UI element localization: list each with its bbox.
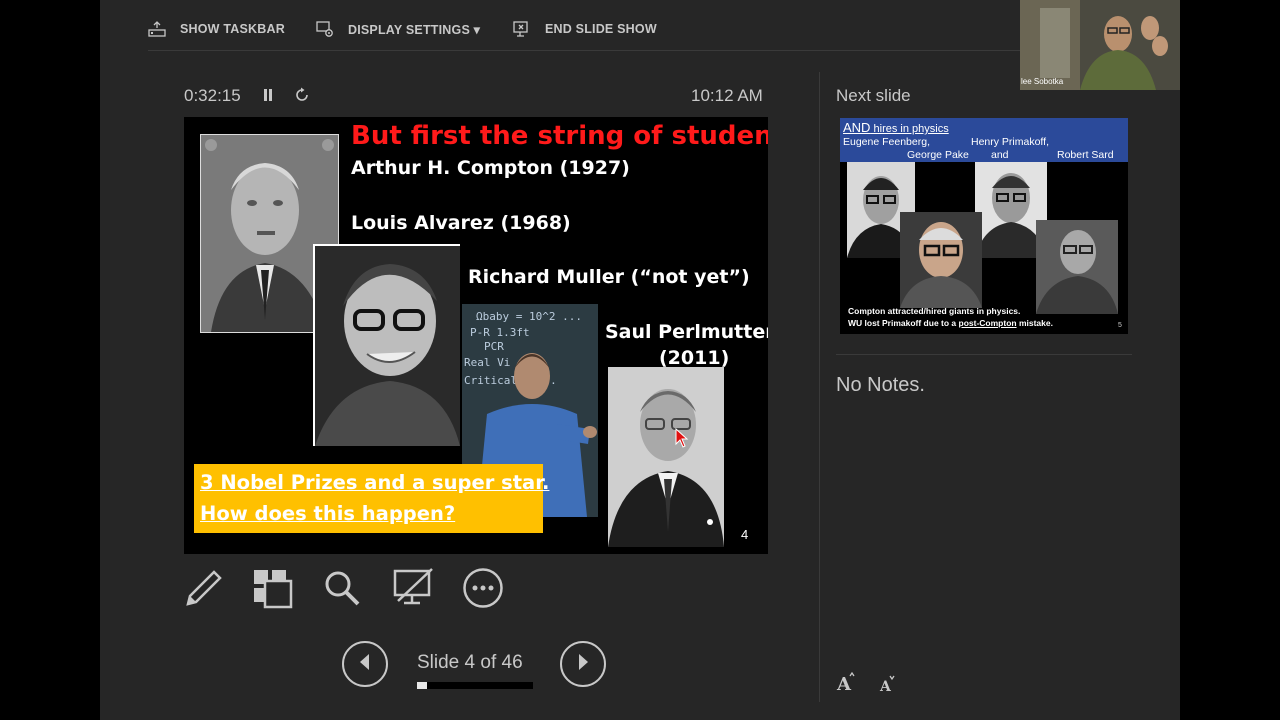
black-screen-icon — [392, 567, 434, 614]
clock: 10:12 AM — [691, 86, 763, 105]
sard-photo — [1036, 220, 1118, 314]
end-slide-show-label: END SLIDE SHOW — [545, 22, 657, 36]
more-options-button[interactable] — [461, 567, 505, 614]
font-smaller-icon: A — [879, 675, 897, 697]
display-settings-label: DISPLAY SETTINGS ▾ — [348, 22, 481, 37]
zoom-icon — [322, 568, 362, 613]
chalk-line: PCR — [484, 340, 504, 353]
webcam-overlay: lee Sobotka — [1020, 0, 1180, 90]
slides-grid-icon — [251, 567, 293, 614]
heading-and: AND — [843, 120, 871, 135]
slide-page-number: 4 — [741, 527, 749, 542]
chalk-line: P-R 1.3ft — [470, 326, 530, 339]
slide-line-perlmutter: Saul Perlmutter — [605, 321, 768, 343]
webcam-name-label: lee Sobotka — [1021, 77, 1064, 86]
decrease-font-button[interactable]: A — [879, 675, 897, 698]
next-arrow-icon — [575, 653, 591, 676]
pake-photo — [900, 212, 982, 308]
pane-divider[interactable] — [819, 72, 820, 702]
zoom-button[interactable] — [320, 568, 364, 612]
top-divider — [148, 50, 1020, 51]
current-slide[interactable]: Ωbaby = 10^2 ... P-R 1.3ft PCR Real Vi .… — [184, 117, 768, 554]
callout-line-2: How does this happen? — [200, 502, 456, 525]
next-name-sard: Robert Sard — [1057, 149, 1114, 161]
elapsed-timer: 0:32:15 — [184, 86, 241, 105]
more-icon — [462, 567, 504, 614]
slide-line-muller: Richard Muller (“not yet”) — [468, 266, 750, 288]
black-screen-button[interactable] — [391, 567, 435, 614]
next-slide-page-number: 5 — [1118, 322, 1122, 329]
caption-2-pre: WU lost Primakoff due to a — [848, 318, 959, 328]
caption-2-link: post-Compton — [958, 318, 1017, 328]
end-show-icon — [513, 20, 531, 38]
pointer-cursor-icon — [675, 427, 689, 453]
slide-progress-bar — [417, 682, 533, 689]
pen-icon — [184, 568, 224, 613]
next-name-and: and — [991, 149, 1009, 161]
next-name-pake: George Pake — [907, 149, 969, 161]
next-caption-2: WU lost Primakoff due to a post-Compton … — [848, 318, 1053, 328]
prev-arrow-icon — [357, 653, 373, 676]
slide-counter: Slide 4 of 46 — [417, 652, 523, 673]
perlmutter-photo — [608, 367, 724, 547]
next-slide-button[interactable] — [560, 641, 606, 687]
show-taskbar-label: SHOW TASKBAR — [180, 22, 285, 36]
notes-text: No Notes. — [836, 374, 925, 396]
increase-font-button[interactable]: A — [836, 671, 856, 697]
next-name-feenberg: Eugene Feenberg, — [843, 136, 930, 148]
callout-line-1: 3 Nobel Prizes and a super star. — [200, 471, 550, 494]
previous-slide-button[interactable] — [342, 641, 388, 687]
taskbar-icon — [148, 21, 166, 37]
display-settings-button[interactable]: DISPLAY SETTINGS ▾ — [316, 18, 480, 40]
callout-box: 3 Nobel Prizes and a super star. How doe… — [194, 464, 549, 533]
end-slide-show-button[interactable]: END SLIDE SHOW — [513, 18, 657, 40]
svg-text:A: A — [879, 679, 892, 693]
display-settings-icon — [316, 20, 334, 38]
next-slide-label: Next slide — [836, 86, 911, 105]
slide-line-alvarez: Louis Alvarez (1968) — [351, 212, 571, 234]
see-all-slides-button[interactable] — [250, 568, 294, 612]
next-name-primakoff: Henry Primakoff, — [971, 136, 1049, 148]
alvarez-photo — [313, 244, 460, 446]
notes-divider — [836, 354, 1132, 355]
slide-line-compton: Arthur H. Compton (1927) — [351, 157, 630, 179]
next-slide-heading: AND hires in physics — [843, 120, 949, 135]
show-taskbar-button[interactable]: SHOW TASKBAR — [148, 18, 285, 40]
pen-tool-button[interactable] — [182, 568, 226, 612]
slide-progress-fill — [417, 682, 428, 689]
caption-2-post: mistake. — [1016, 318, 1053, 328]
pause-icon[interactable] — [261, 88, 275, 107]
next-caption-1: Compton attracted/hired giants in physic… — [848, 306, 1021, 316]
heading-rest: hires in physics — [870, 123, 949, 135]
svg-text:A: A — [836, 674, 852, 692]
next-slide-preview[interactable]: AND hires in physics Eugene Feenberg, He… — [840, 118, 1128, 334]
restart-icon[interactable] — [294, 87, 310, 108]
slide-line-perlmutter-year: (2011) — [659, 347, 730, 369]
slide-title: But first the string of students — [351, 121, 768, 151]
font-larger-icon: A — [836, 671, 856, 696]
chalk-line: Ωbaby = 10^2 ... — [476, 310, 582, 323]
